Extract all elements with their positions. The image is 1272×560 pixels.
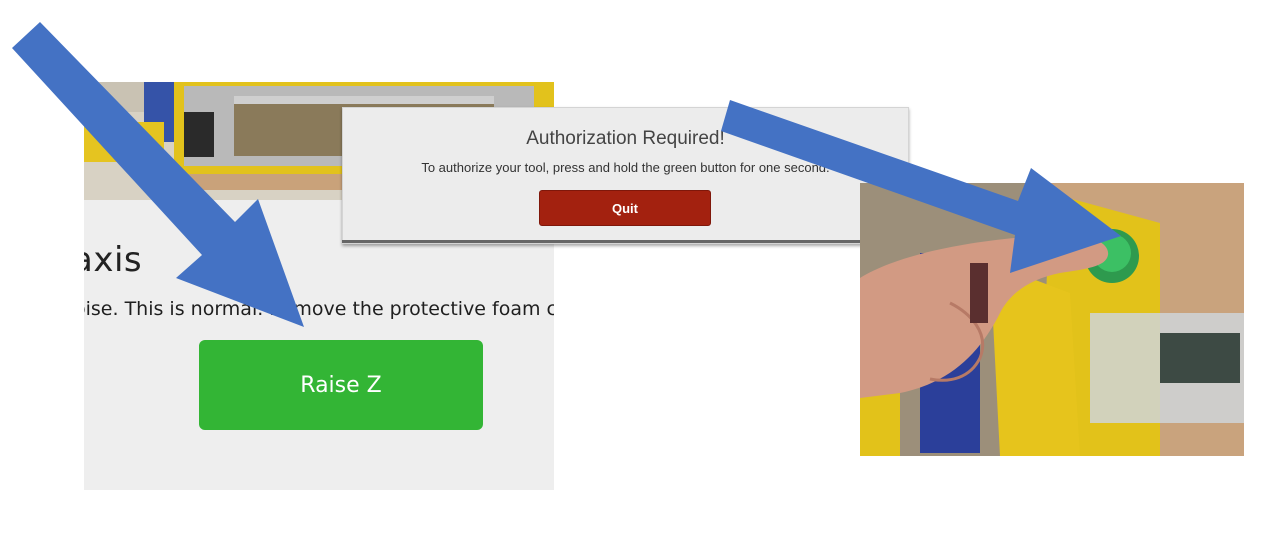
raise-z-button[interactable]: Raise Z — [199, 340, 483, 430]
authorization-dialog: Authorization Required! To authorize you… — [342, 107, 909, 244]
dialog-message: To authorize your tool, press and hold t… — [421, 160, 830, 175]
dialog-shadow-line — [342, 240, 908, 243]
section-heading: axis — [84, 240, 143, 280]
green-button-photo — [860, 183, 1244, 456]
instruction-text: oise. This is normal. Remove the protect… — [84, 298, 554, 320]
quit-button[interactable]: Quit — [539, 190, 711, 226]
dialog-title: Authorization Required! — [526, 128, 725, 149]
